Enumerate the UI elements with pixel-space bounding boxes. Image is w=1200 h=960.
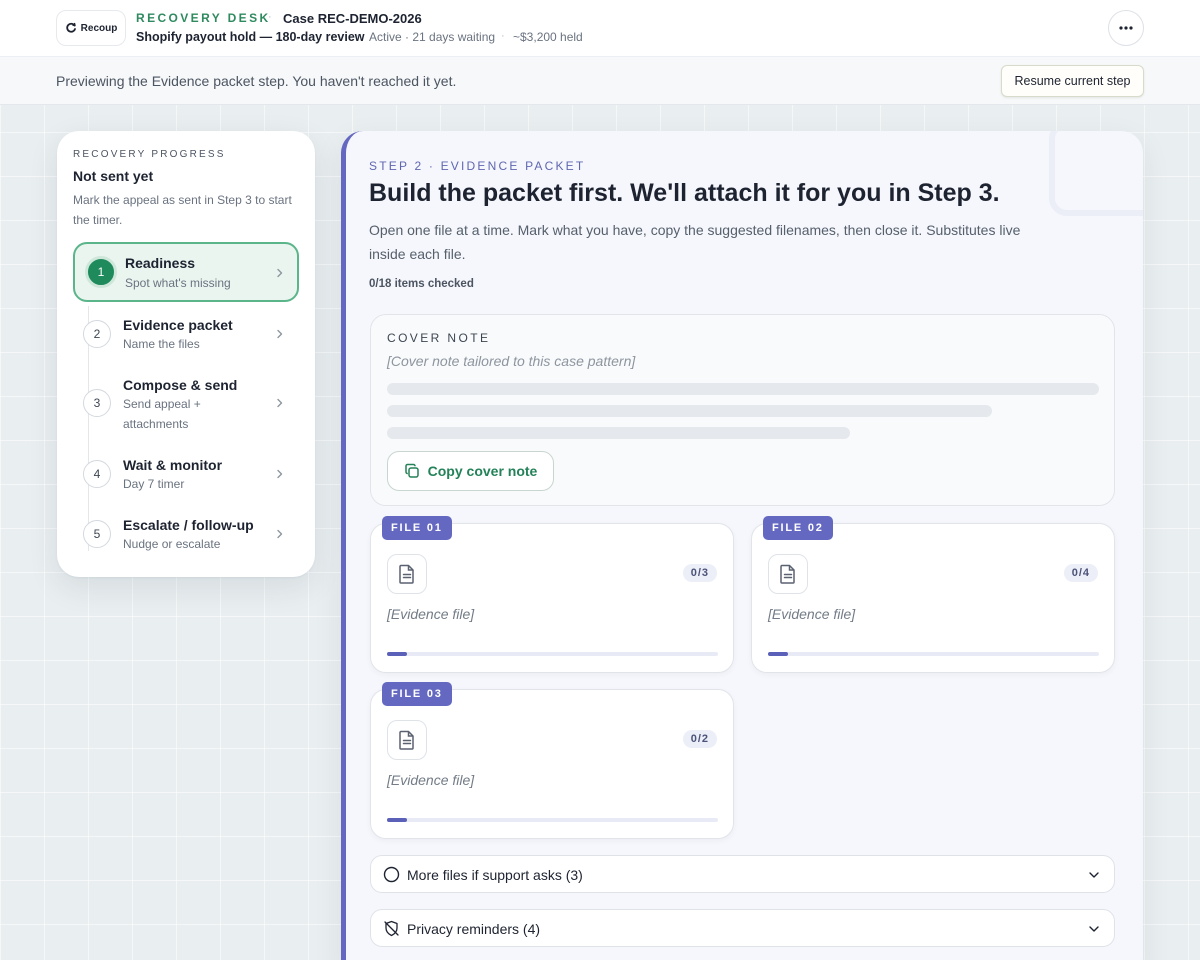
- copy-cover-note-label: Copy cover note: [427, 463, 538, 479]
- more-options-button[interactable]: [1108, 10, 1144, 46]
- accordion-label: More files if support asks (3): [407, 867, 583, 883]
- file-tag: FILE 03: [382, 682, 452, 706]
- evidence-file-card[interactable]: FILE 02 0/4 [Evidence file]: [751, 516, 1115, 673]
- more-files-accordion[interactable]: More files if support asks (3): [370, 855, 1115, 893]
- step-number: 2: [83, 320, 111, 348]
- more-horizontal-icon: [1119, 26, 1133, 30]
- step-subtitle: Day 7 timer: [123, 477, 185, 491]
- recoup-logo[interactable]: Recoup: [56, 10, 126, 46]
- cover-note-card: COVER NOTE [Cover note tailored to this …: [370, 314, 1115, 506]
- step-title: Compose & send: [123, 377, 238, 393]
- chevron-down-icon: [1089, 926, 1099, 932]
- file-name: [Evidence file]: [768, 606, 856, 622]
- evidence-file-card[interactable]: FILE 01 0/3 [Evidence file]: [370, 516, 734, 673]
- text-skeleton-line: [387, 383, 1099, 395]
- step-evidence-packet[interactable]: 2 Evidence packet Name the files: [73, 309, 299, 359]
- cover-note-placeholder: [Cover note tailored to this case patter…: [387, 353, 636, 369]
- step-number: 1: [85, 256, 117, 288]
- file-progress-fill: [387, 652, 407, 656]
- step-compose-send[interactable]: 3 Compose & send Send appeal + attachmen…: [73, 369, 299, 435]
- case-id: Case REC-DEMO-2026: [283, 11, 422, 26]
- step-wait-monitor[interactable]: 4 Wait & monitor Day 7 timer: [73, 449, 299, 499]
- preview-banner-text: Previewing the Evidence packet step. You…: [56, 73, 457, 89]
- document-icon: [387, 720, 427, 760]
- separator-dot: ·: [356, 30, 360, 42]
- logo-text: Recoup: [80, 22, 118, 34]
- chevron-right-icon: [277, 268, 283, 278]
- separator-dot: ·: [268, 11, 272, 23]
- evidence-file-card[interactable]: FILE 03 0/2 [Evidence file]: [370, 682, 734, 839]
- file-progress-track: [387, 818, 718, 822]
- step-title: Readiness: [125, 255, 196, 271]
- text-skeleton-line: [387, 427, 850, 439]
- progress-status-title: Not sent yet: [73, 168, 154, 184]
- preview-banner: Previewing the Evidence packet step. You…: [0, 57, 1200, 105]
- evidence-packet-card: STEP 2 · EVIDENCE PACKET Build the packe…: [341, 131, 1143, 960]
- step-subtitle: Send appeal + attachments: [123, 397, 201, 431]
- step-eyebrow: STEP 2 · EVIDENCE PACKET: [369, 159, 586, 173]
- document-icon: [387, 554, 427, 594]
- file-item-count: 0/3: [682, 564, 717, 582]
- privacy-reminders-accordion[interactable]: Privacy reminders (4): [370, 909, 1115, 947]
- page-description: Open one file at a time. Mark what you h…: [369, 222, 1021, 262]
- top-bar: Recoup RECOVERY DESK · Case REC-DEMO-202…: [0, 0, 1200, 57]
- file-name: [Evidence file]: [387, 772, 475, 788]
- desk-name: RECOVERY DESK: [136, 11, 271, 25]
- progress-description: Mark the appeal as sent in Step 3 to sta…: [73, 193, 292, 227]
- step-title: Escalate / follow-up: [123, 517, 254, 533]
- page-title: Build the packet first. We'll attach it …: [369, 179, 1000, 207]
- recovery-progress-panel: RECOVERY PROGRESS Not sent yet Mark the …: [57, 131, 315, 577]
- chevron-right-icon: [277, 469, 283, 479]
- step-subtitle: Name the files: [123, 337, 200, 351]
- case-title: Shopify payout hold — 180-day review: [136, 30, 365, 44]
- chevron-right-icon: [277, 529, 283, 539]
- case-status: Active · 21 days waiting: [369, 30, 496, 44]
- text-skeleton-line: [387, 405, 992, 417]
- circle-icon: [383, 866, 400, 883]
- step-escalate-follow-up[interactable]: 5 Escalate / follow-up Nudge or escalate: [73, 509, 299, 559]
- file-item-count: 0/2: [682, 730, 717, 748]
- file-progress-fill: [387, 818, 407, 822]
- progress-eyebrow: RECOVERY PROGRESS: [73, 149, 226, 160]
- step-subtitle: Spot what's missing: [125, 276, 231, 290]
- file-progress-fill: [768, 652, 788, 656]
- chevron-right-icon: [277, 329, 283, 339]
- accordion-label: Privacy reminders (4): [407, 921, 541, 937]
- step-title: Wait & monitor: [123, 457, 223, 473]
- file-item-count: 0/4: [1063, 564, 1098, 582]
- decorative-frame: [1049, 131, 1143, 216]
- step-number: 3: [83, 389, 111, 417]
- step-subtitle: Nudge or escalate: [123, 537, 221, 551]
- step-number: 4: [83, 460, 111, 488]
- logo-mark-icon: [65, 22, 76, 33]
- items-checked-count: 0/18 items checked: [369, 278, 474, 290]
- copy-cover-note-button[interactable]: Copy cover note: [387, 451, 554, 491]
- step-readiness[interactable]: 1 Readiness Spot what's missing: [73, 242, 299, 302]
- file-name: [Evidence file]: [387, 606, 475, 622]
- step-number: 5: [83, 520, 111, 548]
- chevron-down-icon: [1089, 872, 1099, 878]
- copy-icon: [404, 463, 419, 478]
- separator-dot: ·: [501, 30, 505, 42]
- file-progress-track: [768, 652, 1099, 656]
- shield-off-icon: [384, 920, 399, 937]
- step-title: Evidence packet: [123, 317, 233, 333]
- file-progress-track: [387, 652, 718, 656]
- cover-note-label: COVER NOTE: [387, 331, 491, 345]
- case-held-amount: ~$3,200 held: [513, 30, 583, 44]
- resume-current-step-button[interactable]: Resume current step: [1001, 65, 1144, 97]
- file-tag: FILE 01: [382, 516, 452, 540]
- chevron-right-icon: [277, 398, 283, 408]
- document-icon: [768, 554, 808, 594]
- file-tag: FILE 02: [763, 516, 833, 540]
